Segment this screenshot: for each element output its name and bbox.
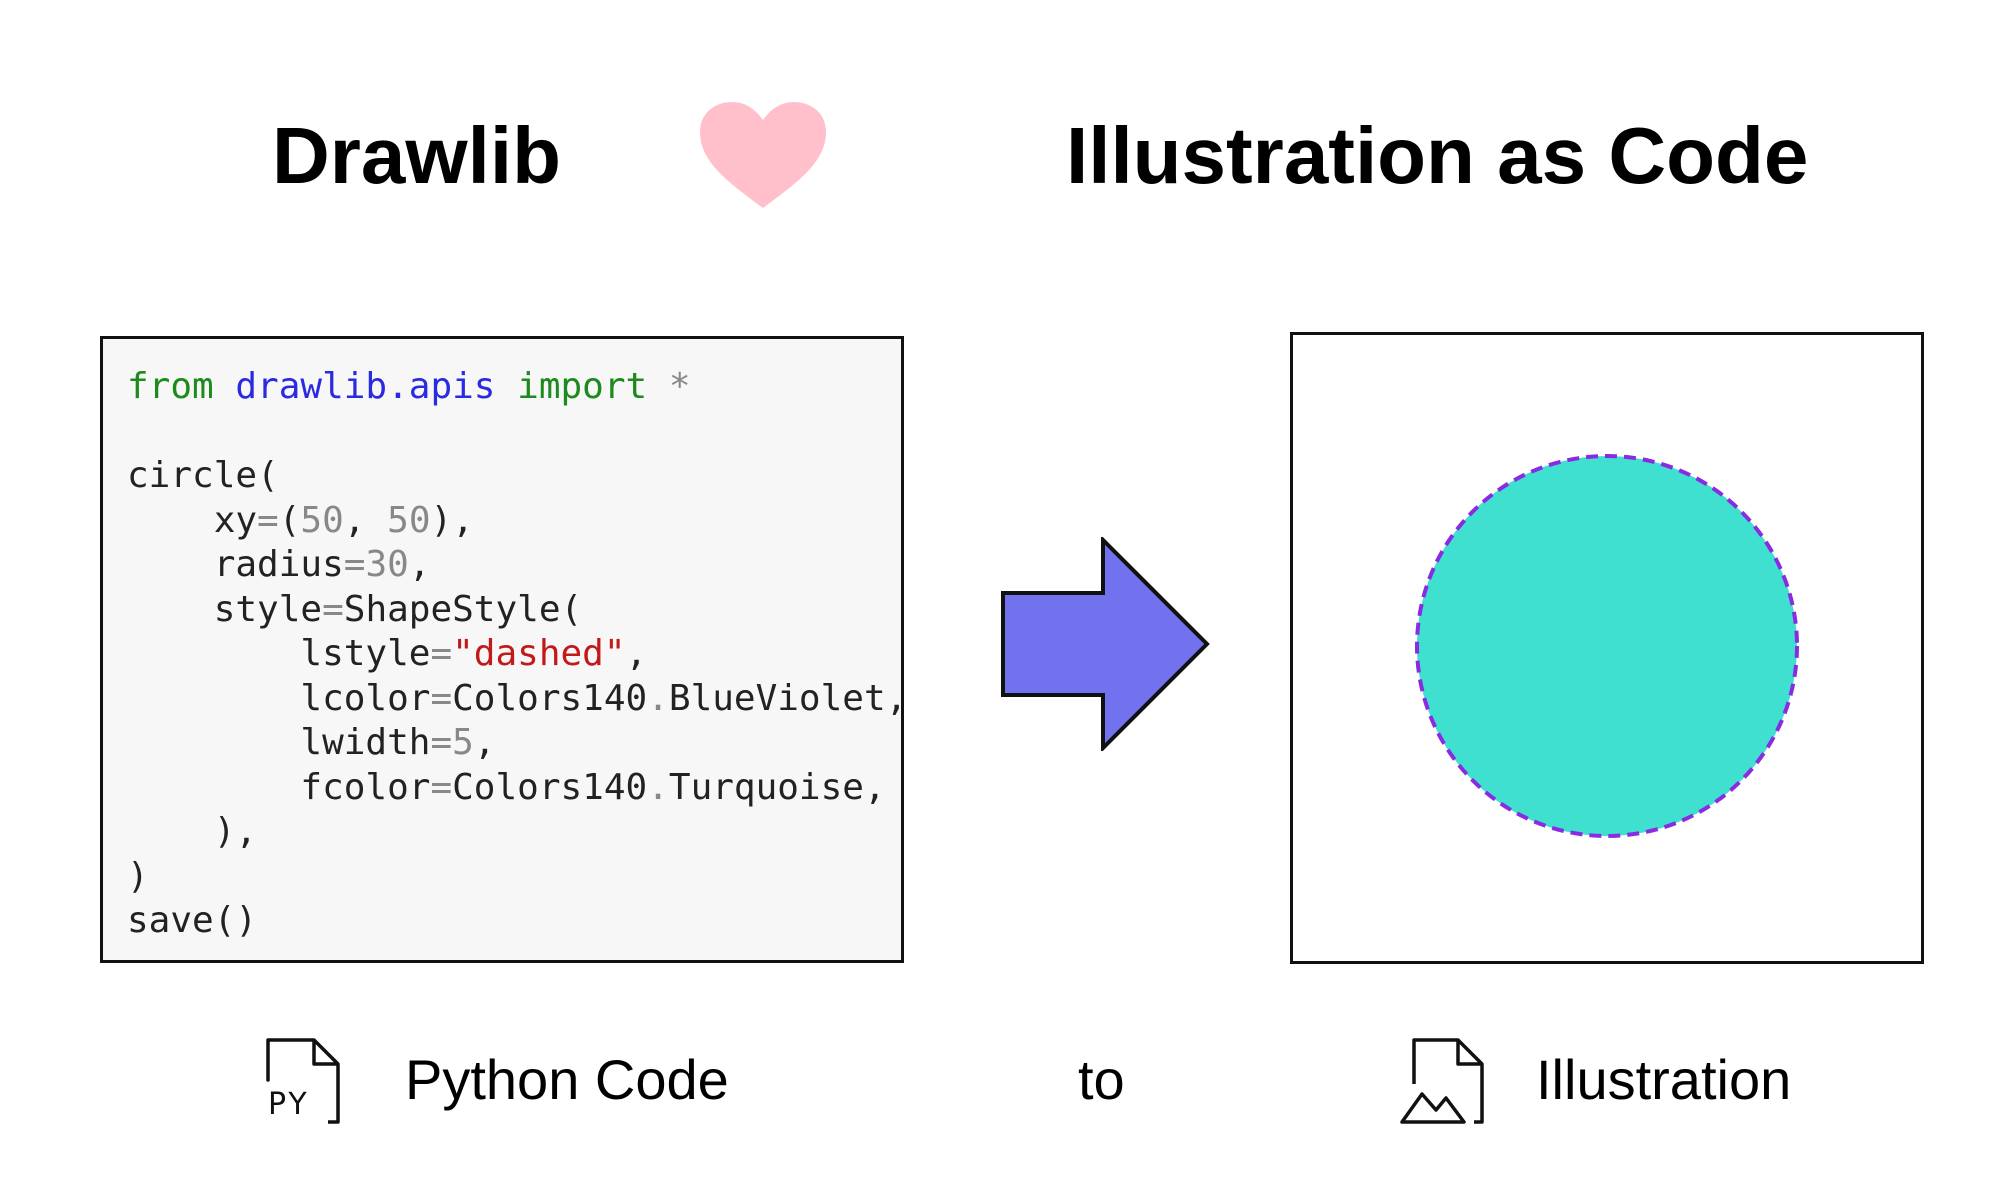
code-token: style: [127, 588, 323, 630]
code-token: xy: [127, 499, 258, 541]
code-line: radius=30,: [127, 544, 431, 585]
code-token: (: [278, 499, 301, 541]
code-line: style=ShapeStyle(: [127, 588, 583, 630]
code-token: Colors140: [452, 766, 648, 808]
code-token: ,: [625, 633, 648, 674]
code-token: =: [430, 677, 453, 719]
image-file-icon: [1400, 1038, 1484, 1124]
code-line: ): [127, 856, 149, 897]
code-line: lwidth=5,: [127, 722, 496, 763]
code-token: radius: [127, 544, 344, 585]
code-line: xy=(50, 50),: [127, 500, 474, 541]
code-token: fcolor: [127, 766, 431, 808]
code-token: 30: [365, 544, 409, 585]
code-line: lcolor=Colors140.BlueViolet,: [127, 678, 907, 719]
title-illustration-as-code: Illustration as Code: [1066, 111, 1809, 200]
code-token: =: [430, 633, 453, 674]
code-token: =: [343, 544, 366, 585]
code-token: =: [257, 499, 279, 541]
code-token: =: [430, 722, 453, 763]
right-arrow-icon: [1001, 537, 1210, 751]
code-token: .: [647, 766, 669, 808]
code-line: save(): [127, 900, 257, 941]
code-token: 50: [300, 499, 344, 541]
code-line: from drawlib.apis import *: [127, 366, 691, 407]
code-panel: from drawlib.apis import * circle( xy=(5…: [100, 336, 907, 963]
py-file-label: PY: [268, 1087, 310, 1122]
code-token: ,: [343, 499, 388, 541]
python-file-icon: PY: [266, 1038, 340, 1124]
heart-icon: [700, 102, 826, 208]
code-token: BlueViolet,: [668, 677, 908, 719]
code-token: .: [647, 677, 669, 719]
code-line: fcolor=Colors140.Turquoise,: [127, 766, 886, 808]
code-token: ),: [127, 811, 258, 852]
code-token: ,: [473, 722, 496, 763]
code-token: lstyle: [127, 633, 431, 674]
code-token: lcolor: [127, 677, 431, 719]
code-token: "dashed": [452, 633, 626, 674]
code-token: Colors140: [452, 677, 648, 719]
code-token: =: [430, 766, 453, 808]
code-token: ShapeStyle(: [343, 588, 583, 630]
caption-python-code: Python Code: [405, 1048, 729, 1111]
code-line: ),: [127, 811, 257, 852]
code-line: lstyle="dashed",: [127, 633, 647, 674]
python-code-listing: from drawlib.apis import * circle( xy=(5…: [127, 365, 907, 944]
code-token: 5: [452, 722, 474, 763]
code-token: lwidth: [127, 722, 431, 763]
code-token: circle(: [127, 455, 279, 496]
code-token: ),: [430, 499, 474, 541]
code-token: ,: [408, 544, 431, 585]
code-token: *: [668, 366, 691, 407]
code-line: circle(: [127, 455, 279, 496]
code-token: ): [127, 855, 149, 897]
code-token: Turquoise,: [668, 766, 886, 808]
caption-illustration: Illustration: [1536, 1048, 1792, 1111]
turquoise-circle: [1415, 454, 1799, 838]
code-token: drawlib.apis: [235, 366, 518, 407]
code-token: save(): [127, 900, 258, 941]
code-token: 50: [387, 499, 431, 541]
illustration-panel: [1290, 332, 1924, 964]
code-token: import: [517, 366, 669, 407]
code-token: =: [322, 588, 344, 630]
code-token: from: [127, 366, 236, 407]
title-drawlib: Drawlib: [272, 111, 561, 200]
caption-to: to: [1078, 1048, 1125, 1111]
